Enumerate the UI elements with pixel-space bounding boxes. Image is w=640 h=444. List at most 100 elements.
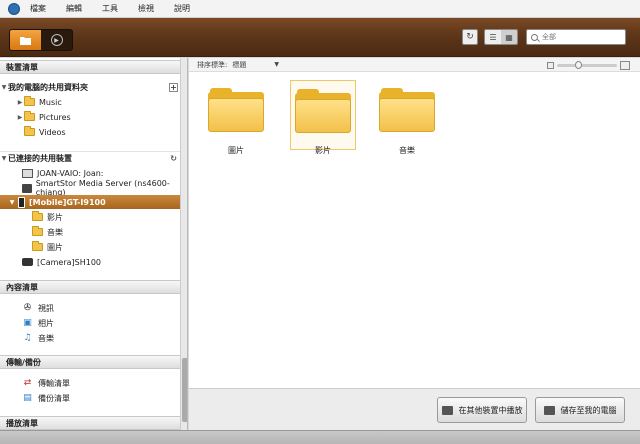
- backup-icon: ▤: [23, 393, 32, 403]
- transfer-header: 傳輸/備份: [0, 355, 180, 369]
- refresh-button[interactable]: ↻: [462, 29, 478, 45]
- my-shared-folders[interactable]: ▼ 我的電腦的共用資料夾 +: [0, 80, 180, 94]
- sidebar-item-label: 音樂: [47, 227, 63, 237]
- folder-label: 音樂: [399, 146, 415, 155]
- menu-edit[interactable]: 編輯: [66, 3, 82, 14]
- content-item-label: 音樂: [38, 333, 54, 343]
- sidebar-item-video[interactable]: 影片: [0, 210, 180, 224]
- content-item-label: 相片: [38, 318, 54, 328]
- device-camera-sh100[interactable]: [Camera]SH100: [0, 255, 180, 269]
- search-input[interactable]: [542, 33, 622, 41]
- folder-tile-videos[interactable]: [290, 80, 356, 150]
- content-item-music[interactable]: ♫ 音樂: [0, 331, 180, 345]
- refresh-devices-icon[interactable]: ↻: [170, 154, 177, 163]
- folder-tile-images[interactable]: [203, 80, 269, 150]
- sidebar-item-label: 圖片: [47, 242, 63, 252]
- backup-list[interactable]: ▤ 備份清單: [0, 391, 180, 405]
- menu-bar: 檔案 編輯 工具 檢視 說明: [0, 0, 640, 18]
- expand-down-icon: ▼: [1, 155, 7, 162]
- devices-header: 裝置清單: [0, 60, 180, 74]
- menu-file[interactable]: 檔案: [30, 3, 46, 14]
- sort-bar: 排序標準: 標題 ▼: [189, 58, 640, 72]
- sidebar-item-label: Videos: [39, 127, 66, 137]
- scroll-thumb[interactable]: [182, 358, 187, 422]
- play-on-other-device-button[interactable]: 在其他裝置中播放: [437, 397, 527, 423]
- expand-down-icon: ▼: [1, 83, 7, 91]
- device-joan-vaio[interactable]: JOAN-VAIO: Joan:: [0, 166, 180, 180]
- folder-icon: [24, 111, 35, 121]
- save-icon: [543, 405, 555, 415]
- action-footer: 在其他裝置中播放 儲存至我的電腦: [189, 388, 640, 430]
- play-mode-button[interactable]: ▶: [41, 30, 72, 50]
- expand-right-icon: ▶: [17, 113, 23, 121]
- device-mobile-gt-i9100[interactable]: ▼ [Mobile]GT-I9100: [0, 195, 180, 209]
- zoom-in-icon[interactable]: [620, 61, 630, 70]
- device-smartstor[interactable]: SmartStor Media Server (ns4600-chiang): [0, 179, 180, 197]
- browse-mode-button[interactable]: [10, 30, 41, 50]
- music-note-icon: ♫: [23, 333, 32, 343]
- zoom-out-icon[interactable]: [547, 62, 554, 69]
- computer-icon: [22, 168, 33, 178]
- folder-icon: [208, 88, 264, 132]
- search-icon: [531, 33, 538, 41]
- device-label: [Mobile]GT-I9100: [29, 197, 106, 207]
- photo-icon: ▣: [23, 318, 32, 328]
- button-label: 在其他裝置中播放: [458, 405, 523, 415]
- sidebar-item-images[interactable]: 圖片: [0, 240, 180, 254]
- content-item-photo[interactable]: ▣ 相片: [0, 316, 180, 330]
- folder-icon: [32, 226, 43, 236]
- search-box: [526, 29, 626, 45]
- toolbar: ▶ ↻ ☰ ▦: [0, 18, 640, 57]
- folder-icon: [24, 126, 35, 136]
- device-label: JOAN-VAIO: Joan:: [37, 168, 104, 178]
- transfer-icon: ⇄: [23, 378, 32, 388]
- dropdown-arrow-icon[interactable]: ▼: [274, 61, 279, 68]
- sidebar-scrollbar[interactable]: [180, 58, 187, 430]
- sidebar-item-pictures[interactable]: ▶ Pictures: [0, 110, 180, 124]
- sidebar-item-label: Music: [39, 97, 62, 107]
- list-view-button[interactable]: ☰: [485, 30, 501, 44]
- add-folder-button[interactable]: +: [169, 82, 178, 92]
- menu-view[interactable]: 檢視: [138, 3, 154, 14]
- folder-icon: [295, 89, 351, 133]
- folder-label: 圖片: [228, 146, 244, 155]
- sidebar-item-label: Pictures: [39, 112, 71, 122]
- connected-devices-label: 已連接的共用裝置: [8, 154, 72, 163]
- transfer-item-label: 備份清單: [38, 393, 70, 403]
- folder-label: 影片: [315, 146, 331, 155]
- playlist-header: 播放清單: [0, 416, 180, 430]
- content-header: 內容清單: [0, 280, 180, 294]
- grid-icon: ▦: [505, 32, 513, 42]
- sidebar-item-music[interactable]: ▶ Music: [0, 95, 180, 109]
- sort-select[interactable]: 標題: [232, 60, 246, 70]
- expand-right-icon: ▶: [17, 98, 23, 106]
- sidebar-item-videos[interactable]: Videos: [0, 125, 180, 139]
- save-to-pc-button[interactable]: 儲存至我的電腦: [535, 397, 625, 423]
- grid-view-button[interactable]: ▦: [501, 30, 517, 44]
- menu-help[interactable]: 說明: [174, 3, 190, 14]
- folder-icon: [379, 88, 435, 132]
- app-logo-icon: [8, 2, 20, 15]
- refresh-icon: ↻: [466, 32, 474, 42]
- folder-icon: [32, 241, 43, 251]
- mode-switch: ▶: [9, 29, 73, 51]
- folder-tile-music[interactable]: [374, 80, 440, 150]
- content-item-video[interactable]: ✇ 視訊: [0, 301, 180, 315]
- sidebar: 裝置清單 ▼ 我的電腦的共用資料夾 + ▶ Music ▶ Pictures V…: [0, 58, 188, 430]
- play-icon: ▶: [50, 34, 63, 46]
- view-toggle: ☰ ▦: [484, 29, 518, 45]
- devices-icon: [441, 405, 453, 415]
- zoom-control: [547, 61, 630, 70]
- menu-tools[interactable]: 工具: [102, 3, 118, 14]
- connected-devices[interactable]: ▼ 已連接的共用裝置 ↻: [0, 151, 180, 165]
- my-shared-folders-label: 我的電腦的共用資料夾: [8, 82, 88, 92]
- folder-icon: [32, 211, 43, 221]
- zoom-slider-thumb[interactable]: [575, 61, 582, 69]
- sidebar-item-audio[interactable]: 音樂: [0, 225, 180, 239]
- sort-label: 排序標準:: [197, 60, 228, 69]
- transfer-list[interactable]: ⇄ 傳輸清單: [0, 376, 180, 390]
- transfer-item-label: 傳輸清單: [38, 378, 70, 388]
- zoom-slider[interactable]: [557, 61, 617, 69]
- folder-icon: [24, 96, 35, 106]
- sidebar-item-label: 影片: [47, 212, 63, 222]
